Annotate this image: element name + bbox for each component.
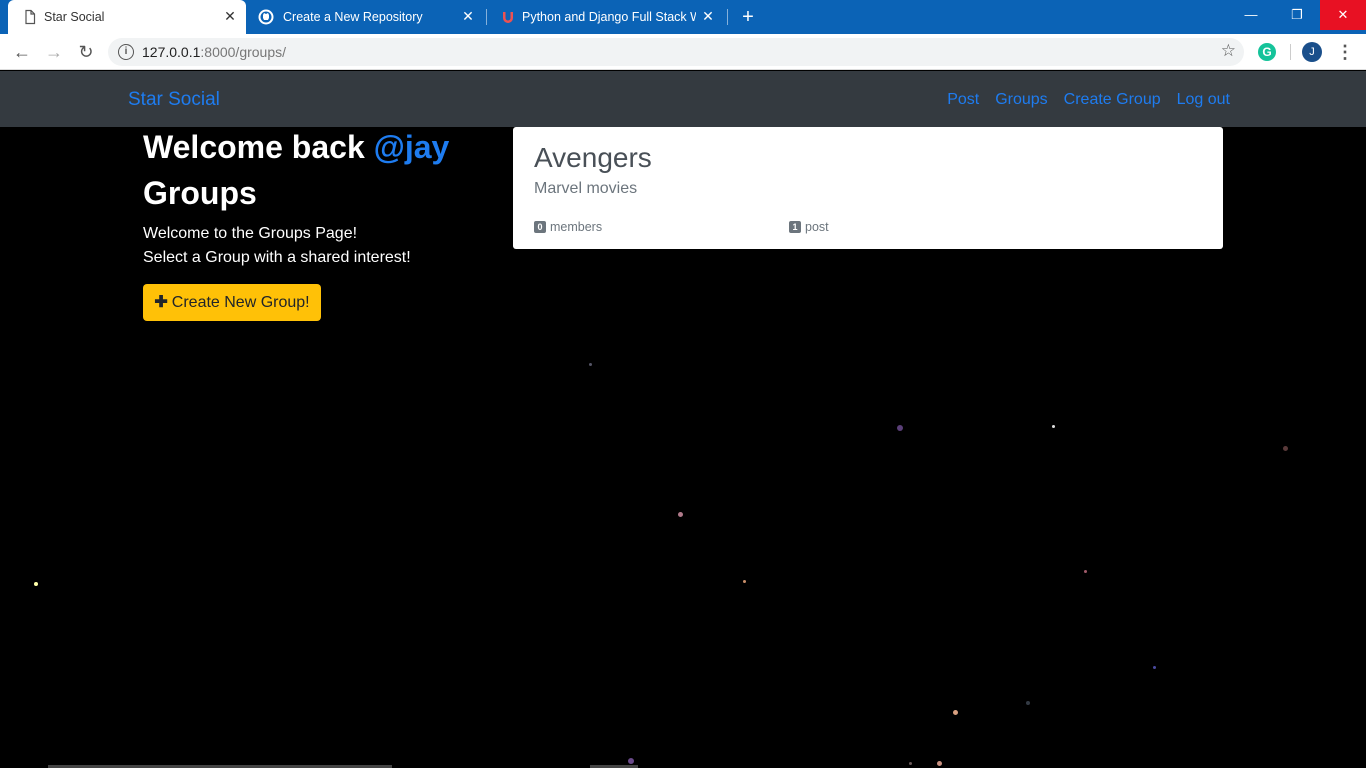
- github-icon: [258, 9, 274, 25]
- grammarly-extension-icon[interactable]: G: [1258, 43, 1276, 61]
- document-icon: [22, 9, 38, 25]
- intro-text: Welcome to the Groups Page! Select a Gro…: [143, 222, 411, 270]
- url-path: :8000/groups/: [200, 44, 287, 60]
- group-name[interactable]: Avengers: [534, 142, 652, 174]
- group-description: Marvel movies: [534, 180, 638, 197]
- minimize-icon[interactable]: —: [1228, 0, 1274, 30]
- star-particle: [937, 761, 942, 766]
- site-navbar: Star Social Post Groups Create Group Log…: [0, 71, 1366, 127]
- welcome-text: Welcome back: [143, 129, 365, 165]
- star-particle: [628, 758, 634, 764]
- star-particle: [1052, 425, 1055, 428]
- close-window-icon[interactable]: ✕: [1320, 0, 1366, 30]
- members-stat: 0 members: [534, 220, 602, 234]
- star-particle: [678, 512, 683, 517]
- restore-icon[interactable]: ❐: [1274, 0, 1320, 30]
- tab-star-social[interactable]: Star Social ✕: [8, 0, 246, 34]
- posts-label: post: [805, 220, 829, 234]
- tab-title: Python and Django Full Stack We: [522, 10, 696, 24]
- close-tab-icon[interactable]: ✕: [460, 8, 476, 24]
- new-tab-icon[interactable]: +: [737, 6, 759, 28]
- tab-title: Create a New Repository: [283, 10, 423, 24]
- star-particle: [953, 710, 958, 715]
- star-particle: [743, 580, 746, 583]
- url-host: 127.0.0.1: [142, 44, 201, 60]
- nav-groups-link[interactable]: Groups: [995, 91, 1047, 109]
- nav-logout-link[interactable]: Log out: [1177, 91, 1230, 109]
- close-tab-icon[interactable]: ✕: [700, 8, 716, 24]
- back-arrow-icon[interactable]: ←: [10, 40, 34, 64]
- star-particle: [1283, 446, 1288, 451]
- page-content: Star Social Post Groups Create Group Log…: [0, 71, 1366, 768]
- star-particle: [1084, 570, 1087, 573]
- reload-icon[interactable]: ↻: [74, 40, 98, 64]
- browser-toolbar: ← → ↻ i 127.0.0.1:8000/groups/ ☆ G J ⋮: [0, 34, 1366, 70]
- star-particle: [1026, 701, 1030, 705]
- profile-avatar[interactable]: J: [1302, 42, 1322, 62]
- info-icon[interactable]: i: [118, 44, 134, 60]
- page-title: Groups: [143, 175, 257, 211]
- username-link[interactable]: @jay: [374, 129, 450, 165]
- udemy-icon: [500, 9, 516, 25]
- close-tab-icon[interactable]: ✕: [222, 8, 238, 24]
- group-card[interactable]: Avengers Marvel movies 0 members 1 post: [513, 127, 1223, 249]
- welcome-heading: Welcome back @jay: [143, 129, 449, 166]
- tab-python-django[interactable]: Python and Django Full Stack We ✕: [486, 0, 726, 34]
- create-new-group-button[interactable]: ✚ Create New Group!: [143, 284, 321, 321]
- tab-title: Star Social: [44, 10, 105, 24]
- tab-create-repository[interactable]: Create a New Repository ✕: [246, 0, 486, 34]
- posts-stat: 1 post: [789, 220, 829, 234]
- star-particle: [589, 363, 592, 366]
- bookmark-star-icon[interactable]: ☆: [1221, 41, 1236, 61]
- nav-post-link[interactable]: Post: [947, 91, 979, 109]
- nav-links: Post Groups Create Group Log out: [947, 91, 1230, 109]
- forward-arrow-icon[interactable]: →: [42, 40, 66, 64]
- plus-icon: ✚: [154, 294, 168, 311]
- browser-tab-bar: Star Social ✕ Create a New Repository ✕ …: [0, 0, 1366, 34]
- nav-create-group-link[interactable]: Create Group: [1064, 91, 1161, 109]
- create-button-label: Create New Group!: [171, 294, 310, 311]
- intro-line-1: Welcome to the Groups Page!: [143, 225, 358, 242]
- star-particle: [1153, 666, 1156, 669]
- url-text: 127.0.0.1:8000/groups/: [142, 44, 286, 60]
- posts-count-badge: 1: [789, 221, 801, 233]
- address-bar[interactable]: i 127.0.0.1:8000/groups/ ☆: [108, 38, 1244, 66]
- intro-line-2: Select a Group with a shared interest!: [143, 249, 411, 266]
- star-particle: [909, 762, 912, 765]
- members-label: members: [550, 220, 603, 234]
- tab-separator: [727, 9, 728, 25]
- more-menu-icon[interactable]: ⋮: [1336, 40, 1354, 64]
- members-count-badge: 0: [534, 221, 546, 233]
- star-particle: [897, 425, 903, 431]
- brand-link[interactable]: Star Social: [128, 89, 220, 111]
- toolbar-separator: [1290, 44, 1291, 60]
- star-particle: [34, 582, 38, 586]
